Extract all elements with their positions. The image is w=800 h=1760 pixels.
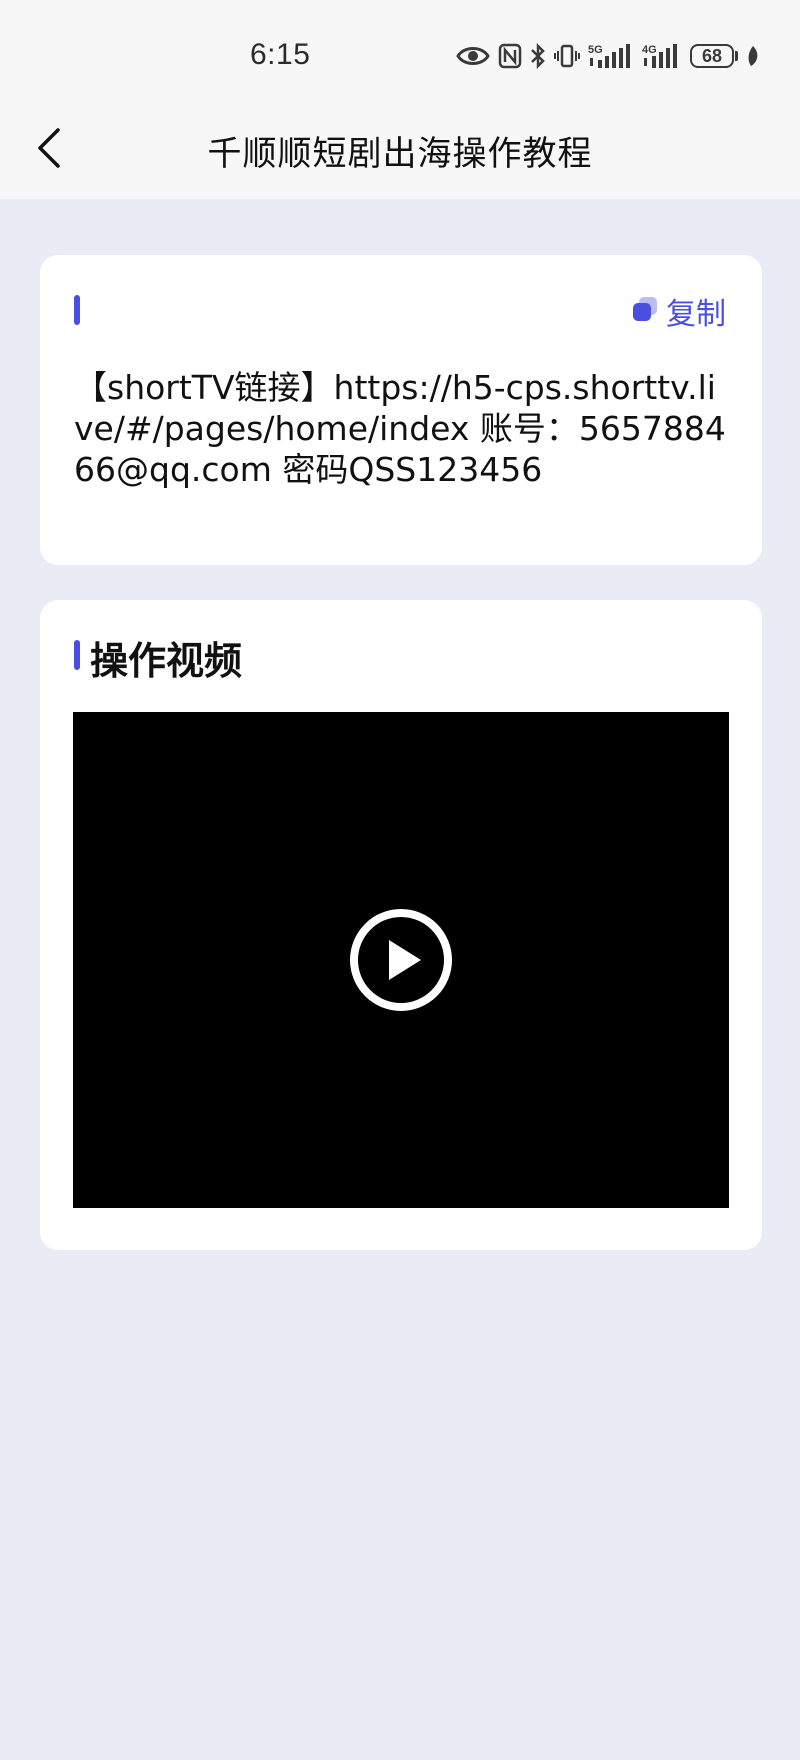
- leaf-icon: [746, 44, 760, 68]
- eye-icon: [456, 44, 490, 68]
- section-title: 操作视频: [90, 639, 243, 683]
- 4g-signal-icon: 4G: [642, 42, 682, 70]
- svg-text:4G: 4G: [642, 44, 657, 56]
- bluetooth-icon: [530, 43, 546, 69]
- info-card: 复制 【shortTV链接】https://h5-cps.shorttv.liv…: [40, 255, 762, 565]
- status-bar: 6:15 5G 4G 68: [0, 0, 800, 100]
- info-content: 【shortTV链接】https://h5-cps.shorttv.live/#…: [74, 368, 726, 489]
- accent-bar: [74, 640, 80, 670]
- nfc-icon: [498, 43, 522, 69]
- status-icons: 5G 4G 68: [456, 40, 760, 72]
- vibrate-icon: [554, 43, 580, 69]
- video-card: 操作视频: [40, 600, 762, 1250]
- copy-button[interactable]: 复制: [630, 289, 726, 333]
- 5g-signal-icon: 5G: [588, 42, 634, 70]
- accent-bar: [74, 295, 80, 325]
- play-circle-icon[interactable]: [349, 908, 453, 1012]
- battery-icon: 68: [690, 44, 738, 68]
- battery-level: 68: [690, 44, 734, 68]
- status-time: 6:15: [250, 38, 311, 71]
- video-player[interactable]: [73, 712, 729, 1208]
- nav-bar: 千顺顺短剧出海操作教程: [0, 100, 800, 199]
- page-title: 千顺顺短剧出海操作教程: [207, 134, 593, 174]
- copy-label: 复制: [666, 297, 726, 332]
- copy-icon: [630, 294, 660, 328]
- svg-text:5G: 5G: [588, 44, 603, 56]
